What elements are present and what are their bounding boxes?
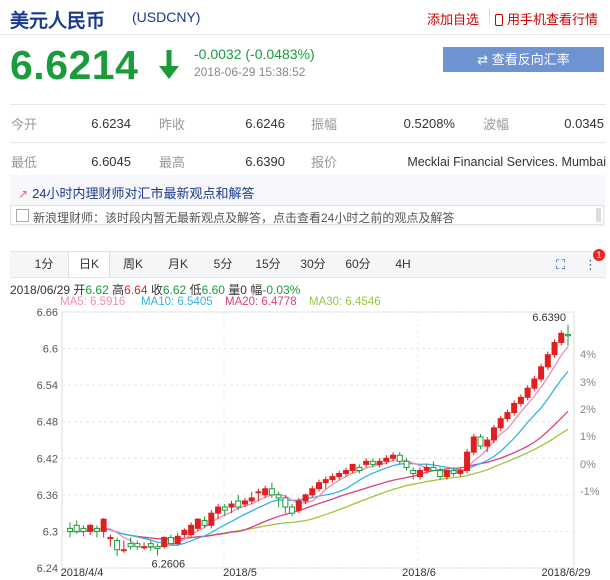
candlestick-chart[interactable]: 6.66 6.6 6.54 6.48 6.42 6.36 6.3 6.24 4% 3% 2% 1% 0%… — [0, 0, 610, 580]
candle-body — [167, 537, 174, 545]
y-tick-label: 6.54 — [37, 380, 58, 392]
candle-body — [490, 427, 497, 441]
candle-body — [208, 512, 215, 526]
y-tick-label: 6.36 — [37, 490, 58, 502]
candle-body — [565, 334, 571, 337]
candle-body — [302, 494, 309, 502]
candle-body — [544, 354, 551, 368]
candle-body — [80, 527, 87, 532]
candle-body — [342, 469, 349, 475]
candle-body — [147, 543, 154, 548]
candle-body — [194, 518, 201, 529]
candle-body — [551, 341, 558, 356]
candle-body — [484, 439, 491, 447]
candle-body — [403, 460, 410, 468]
y-tick-label: 6.6 — [43, 344, 58, 356]
candle-body — [161, 537, 168, 548]
candle-body — [181, 529, 188, 535]
candle-body — [114, 540, 121, 551]
candle-body — [470, 436, 477, 453]
candle-body — [336, 473, 343, 478]
candle-body — [316, 482, 322, 490]
candle-body — [241, 500, 248, 505]
candle-body — [295, 500, 302, 511]
candle-body — [457, 469, 464, 475]
pct-tick-label: 4% — [580, 349, 596, 361]
candle-body — [369, 460, 376, 465]
candle-body — [383, 457, 390, 462]
candle-body — [228, 503, 235, 508]
candle-body — [93, 527, 100, 532]
candle-body — [67, 527, 73, 532]
x-tick-label: 2018/5 — [223, 567, 257, 579]
y-tick-label: 6.24 — [37, 563, 58, 575]
pct-tick-label: 3% — [580, 377, 596, 389]
candle-body — [531, 378, 538, 389]
candle-body — [477, 436, 484, 447]
candle-body — [538, 366, 545, 380]
candle-body — [289, 506, 296, 514]
candle-body — [322, 479, 329, 484]
candle-body — [255, 491, 262, 494]
candle-body — [430, 466, 437, 471]
candle-body — [221, 506, 228, 511]
min-price-label: 6.2606 — [151, 558, 185, 570]
candle-body — [262, 488, 269, 496]
candle-body — [174, 535, 181, 545]
plot-frame — [61, 311, 575, 569]
candle-body — [275, 494, 282, 499]
candle-body — [504, 412, 511, 420]
candle-body — [201, 519, 208, 526]
candle-body — [248, 497, 255, 502]
candle-body — [437, 469, 444, 478]
candle-body — [524, 387, 531, 398]
pct-tick-label: 1% — [580, 431, 596, 443]
pct-tick-label: 2% — [580, 404, 596, 416]
candle-body — [127, 543, 134, 548]
candle-body — [410, 469, 417, 475]
candle-body — [349, 463, 356, 471]
candle-body — [423, 466, 430, 471]
candle-body — [517, 396, 524, 404]
candle-body — [497, 418, 504, 429]
x-tick-label: 2018/4/4 — [61, 567, 104, 579]
y-tick-label: 6.42 — [37, 453, 58, 465]
y-tick-label: 6.66 — [37, 307, 58, 319]
candle-body — [141, 546, 148, 549]
candle-body — [464, 451, 471, 471]
candle-body — [268, 488, 275, 496]
candle-body — [215, 506, 222, 514]
candle-body — [282, 497, 289, 508]
x-tick-label: 2018/6 — [402, 567, 436, 579]
candle-body — [309, 488, 316, 496]
candle-body — [511, 402, 518, 414]
candle-body — [329, 476, 336, 481]
candle-body — [558, 332, 565, 343]
candle-body — [450, 469, 457, 475]
candle-body — [416, 469, 423, 478]
candle-body — [87, 524, 94, 532]
candle-body — [376, 460, 383, 465]
candle-body — [120, 549, 127, 552]
candle-body — [73, 524, 80, 532]
ma10-line — [70, 370, 569, 546]
pct-tick-label: -1% — [580, 486, 600, 498]
candle-body — [134, 543, 141, 548]
x-tick-label: 2018/6/29 — [542, 567, 591, 579]
y-tick-label: 6.48 — [37, 417, 58, 429]
candle-body — [154, 546, 161, 549]
ma5-line — [70, 346, 569, 549]
candle-body — [188, 524, 195, 535]
pct-tick-label: 0% — [580, 459, 596, 471]
candle-body — [107, 537, 114, 540]
y-tick-label: 6.3 — [43, 526, 58, 538]
candle-body — [356, 466, 363, 471]
max-price-label: 6.6390 — [532, 312, 566, 324]
candle-body — [235, 500, 242, 508]
candle-body — [363, 460, 370, 465]
candle-body — [100, 518, 107, 532]
candle-body — [390, 454, 397, 459]
candle-body — [443, 469, 450, 478]
candle-body — [396, 454, 403, 462]
